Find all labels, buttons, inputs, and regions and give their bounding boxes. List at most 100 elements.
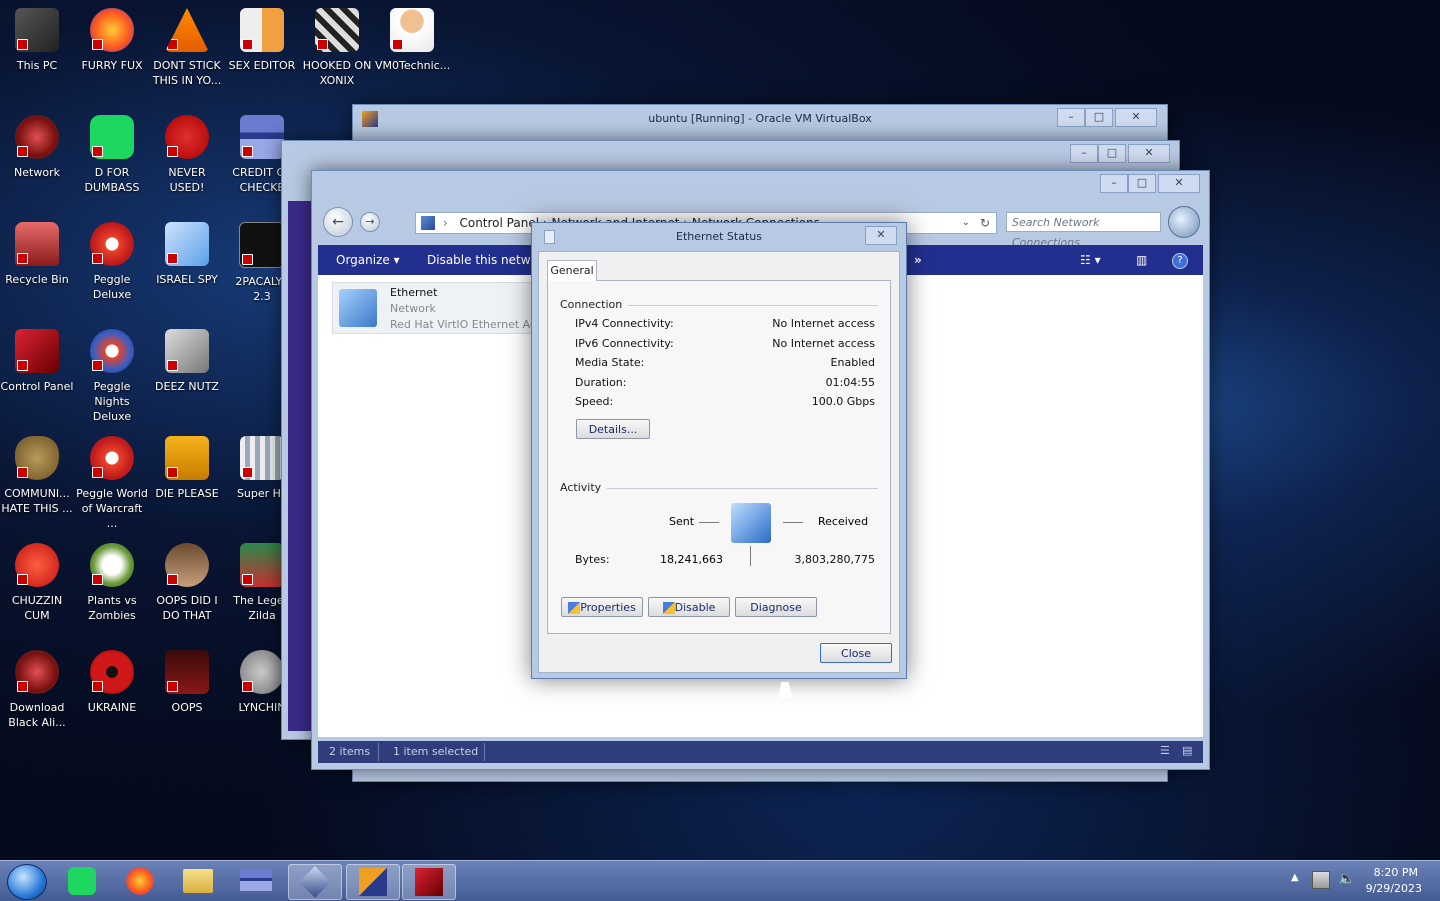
- desktop-icon-d-for-dumbass[interactable]: D FOR DUMBASS: [75, 115, 149, 195]
- taskbar-chat-app[interactable]: [56, 864, 108, 898]
- desktop-icon-plants-vs-zombies[interactable]: Plants vs Zombies: [75, 543, 149, 623]
- desktop-icon-label: CHUZZIN CUM: [11, 594, 63, 622]
- desktop-icon-furry-fux[interactable]: FURRY FUX: [75, 8, 149, 73]
- radiation-icon: [90, 650, 134, 694]
- desktop-icon-network[interactable]: Network: [0, 115, 74, 180]
- technician-icon: [390, 8, 434, 52]
- taskbar-control-panel[interactable]: [402, 864, 456, 900]
- tab-general[interactable]: General: [547, 260, 597, 281]
- search-input[interactable]: Search Network Connections: [1006, 212, 1161, 249]
- taskbar-file-explorer[interactable]: [172, 864, 224, 898]
- taskbar-firefox[interactable]: [114, 864, 166, 898]
- desktop-icon-oops[interactable]: OOPS: [150, 650, 224, 715]
- disable-label: Disable: [674, 601, 716, 614]
- maximize-button[interactable]: □: [1128, 174, 1156, 193]
- dialog-body: General Connection IPv4 Connectivity: No…: [538, 251, 900, 673]
- taskbar-hex-editor[interactable]: [346, 864, 400, 900]
- dialog-close-x-button[interactable]: ✕: [865, 226, 897, 245]
- network-adapter-icon: [339, 289, 377, 327]
- desktop-icon-peggle-wow[interactable]: Peggle World of Warcraft ...: [75, 436, 149, 531]
- minimize-button[interactable]: –: [1100, 174, 1128, 193]
- back-arrow-icon[interactable]: ←: [323, 207, 353, 237]
- desktop-icon-dont-stick[interactable]: DONT STICK THIS IN YO...: [150, 8, 224, 88]
- desktop-icon-label: FURRY FUX: [81, 59, 143, 72]
- refresh-icon[interactable]: ↻: [980, 213, 990, 233]
- properties-button[interactable]: Properties: [561, 597, 643, 617]
- preview-pane-icon[interactable]: ▥: [1136, 253, 1147, 267]
- network-icon: [15, 115, 59, 159]
- maximize-button[interactable]: □: [1085, 108, 1113, 127]
- activity-divider: [560, 488, 878, 489]
- desktop-icon-ukraine[interactable]: UKRAINE: [75, 650, 149, 715]
- disable-button[interactable]: Disable: [648, 597, 730, 617]
- tiles-view-icon[interactable]: ▤: [1182, 744, 1192, 757]
- desktop-icon-peggle-deluxe[interactable]: Peggle Deluxe: [75, 222, 149, 302]
- desktop-icon-deez-nutz[interactable]: DEEZ NUTZ: [150, 329, 224, 394]
- change-view-icon[interactable]: ☷ ▾: [1080, 253, 1101, 267]
- desktop-icon-chuzzin[interactable]: CHUZZIN CUM: [0, 543, 74, 623]
- desktop-icon-label: Download Black Ali...: [8, 701, 66, 729]
- more-commands-icon[interactable]: »: [914, 253, 922, 267]
- clock-time[interactable]: 8:20 PM: [1360, 866, 1418, 879]
- money-bag-icon: [15, 436, 59, 480]
- desktop-icon-download-black-ali[interactable]: Download Black Ali...: [0, 650, 74, 730]
- organize-menu[interactable]: Organize ▾: [336, 253, 400, 267]
- desktop-icon-recycle-bin[interactable]: Recycle Bin: [0, 222, 74, 287]
- desktop-icon-die-please[interactable]: DIE PLEASE: [150, 436, 224, 501]
- divider: [484, 743, 485, 761]
- dialog-titlebar[interactable]: Ethernet Status ✕: [532, 223, 906, 251]
- close-button[interactable]: Close: [820, 643, 892, 663]
- desktop-icon-control-panel[interactable]: Control Panel: [0, 329, 74, 394]
- chevron-down-icon[interactable]: ⌄: [962, 213, 970, 233]
- folder-icon: [183, 869, 213, 893]
- close-button[interactable]: ✕: [1115, 108, 1157, 127]
- media-state-value: Enabled: [830, 356, 875, 369]
- desktop-icon-label: Peggle Nights Deluxe: [92, 380, 132, 423]
- volume-icon[interactable]: 🔈: [1338, 871, 1355, 887]
- diagnose-button[interactable]: Diagnose: [735, 597, 817, 617]
- speed-value: 100.0 Gbps: [811, 395, 875, 408]
- explorer-titlebar[interactable]: – □ ✕: [312, 171, 1209, 199]
- desktop-icon-peggle-nights[interactable]: Peggle Nights Deluxe: [75, 329, 149, 424]
- ipv6-label: IPv6 Connectivity:: [575, 337, 674, 350]
- received-line: [783, 522, 803, 523]
- desktop-icon-never-used[interactable]: NEVER USED!: [150, 115, 224, 195]
- organize-label: Organize: [336, 253, 390, 267]
- maximize-button[interactable]: □: [1098, 144, 1126, 163]
- clock-date[interactable]: 9/29/2023: [1360, 882, 1422, 895]
- minimize-button[interactable]: –: [1057, 108, 1085, 127]
- help-icon[interactable]: ?: [1172, 253, 1188, 269]
- download-icon: [15, 650, 59, 694]
- desktop-icon-label: SEX EDITOR: [228, 59, 296, 72]
- disable-device-button[interactable]: Disable this network device: [427, 253, 535, 267]
- search-icon[interactable]: [1168, 206, 1200, 238]
- virtualbox-titlebar[interactable]: ubuntu [Running] - Oracle VM VirtualBox …: [353, 105, 1167, 133]
- computer-icon: [15, 8, 59, 52]
- ethernet-status-dialog[interactable]: Ethernet Status ✕ General Connection IPv…: [531, 222, 907, 679]
- desktop-icon-vm0technic[interactable]: VM0Technic...: [375, 8, 450, 73]
- network-tray-icon[interactable]: [1312, 871, 1330, 889]
- activity-header: Activity: [560, 481, 608, 494]
- desktop-icon-this-pc[interactable]: This PC: [0, 8, 74, 73]
- zelda-icon: [240, 543, 284, 587]
- chat-app-icon: [68, 867, 96, 895]
- close-button[interactable]: ✕: [1128, 144, 1170, 163]
- details-view-icon[interactable]: ☰: [1160, 744, 1170, 757]
- details-button[interactable]: Details...: [576, 419, 650, 439]
- desktop-icon-label: Network: [14, 166, 60, 179]
- start-button[interactable]: [7, 864, 47, 900]
- show-hidden-icons-icon[interactable]: ▲: [1291, 872, 1299, 883]
- desktop-icon-communi[interactable]: COMMUNI... HATE THIS ...: [0, 436, 74, 516]
- close-button[interactable]: ✕: [1158, 174, 1200, 193]
- desktop-icon-hooked-on-xonix[interactable]: HOOKED ON XONIX: [300, 8, 374, 88]
- forward-arrow-icon[interactable]: →: [360, 212, 380, 232]
- desktop-icon-sex-editor[interactable]: SEX EDITOR: [225, 8, 299, 73]
- divider: [378, 743, 379, 761]
- taskbar-virtualbox[interactable]: [288, 864, 342, 900]
- desktop-icon-oops-did-i[interactable]: OOPS DID I DO THAT: [150, 543, 224, 623]
- minimize-button[interactable]: –: [1070, 144, 1098, 163]
- taskbar-credit-card-app[interactable]: [230, 864, 282, 898]
- bytes-divider: [750, 546, 751, 566]
- item-count: 2 items: [329, 745, 371, 758]
- desktop-icon-israel-spy[interactable]: ISRAEL SPY: [150, 222, 224, 287]
